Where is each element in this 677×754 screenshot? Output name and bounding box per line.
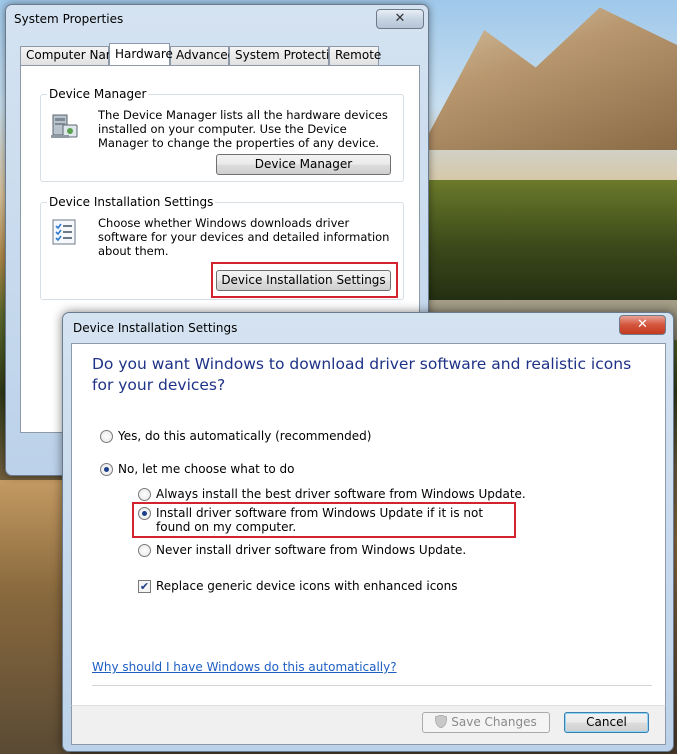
group-legend: Device Manager	[47, 87, 149, 101]
radio-button[interactable]	[138, 544, 151, 557]
suboption-never-install[interactable]: Never install driver software from Windo…	[138, 543, 466, 557]
dialog-footer: Save Changes Cancel	[71, 705, 666, 745]
tab-computer-name[interactable]: Computer Name	[20, 46, 125, 65]
option-yes-automatic[interactable]: Yes, do this automatically (recommended)	[100, 429, 371, 443]
tab-advanced[interactable]: Advanced	[170, 46, 235, 65]
save-changes-button[interactable]: Save Changes	[422, 712, 550, 733]
desktop-mountain	[420, 7, 677, 150]
device-manager-group: Device Manager The Device Manager lists …	[40, 87, 404, 182]
close-icon: ✕	[394, 11, 406, 26]
highlight-box	[211, 262, 398, 298]
highlight-box	[132, 502, 516, 538]
device-installation-dialog: Device Installation Settings ✕ Do you wa…	[62, 312, 674, 752]
divider	[92, 685, 652, 686]
device-manager-button[interactable]: Device Manager	[216, 154, 391, 175]
dialog-body: Do you want Windows to download driver s…	[71, 343, 666, 705]
radio-button[interactable]	[138, 488, 151, 501]
dialog-title: Device Installation Settings	[73, 321, 238, 335]
checklist-icon	[52, 219, 76, 245]
cancel-button[interactable]: Cancel	[564, 712, 649, 733]
desktop-forest	[420, 180, 677, 310]
checkbox-label: Replace generic device icons with enhanc…	[156, 579, 458, 593]
radio-button[interactable]	[100, 463, 113, 476]
option-label: Never install driver software from Windo…	[156, 543, 467, 557]
device-manager-computer-icon	[51, 114, 78, 138]
help-link[interactable]: Why should I have Windows do this automa…	[92, 660, 397, 674]
window-title: System Properties	[14, 12, 124, 26]
close-button[interactable]: ✕	[376, 9, 424, 29]
close-icon: ✕	[637, 317, 648, 332]
dialog-question: Do you want Windows to download driver s…	[92, 355, 632, 394]
desktop-rocks	[0, 480, 70, 754]
dialog-close-button[interactable]: ✕	[619, 315, 666, 335]
option-label: No, let me choose what to do	[118, 462, 295, 476]
group-legend: Device Installation Settings	[47, 195, 216, 209]
save-changes-label: Save Changes	[451, 715, 537, 729]
uac-shield-icon	[435, 715, 448, 728]
option-label: Yes, do this automatically (recommended)	[118, 429, 372, 443]
tab-system-protection[interactable]: System Protection	[229, 46, 344, 65]
radio-button[interactable]	[100, 430, 113, 443]
replace-icons-checkbox[interactable]: ✔ Replace generic device icons with enha…	[138, 579, 458, 593]
checkbox[interactable]: ✔	[138, 580, 151, 593]
tab-hardware[interactable]: Hardware	[109, 43, 173, 65]
device-manager-description: The Device Manager lists all the hardwar…	[98, 108, 388, 150]
suboption-always-install[interactable]: Always install the best driver software …	[138, 487, 526, 501]
option-no-choose[interactable]: No, let me choose what to do	[100, 462, 295, 476]
device-installation-description: Choose whether Windows downloads driver …	[98, 216, 390, 258]
option-label: Always install the best driver software …	[156, 487, 526, 501]
tab-remote[interactable]: Remote	[329, 46, 381, 65]
